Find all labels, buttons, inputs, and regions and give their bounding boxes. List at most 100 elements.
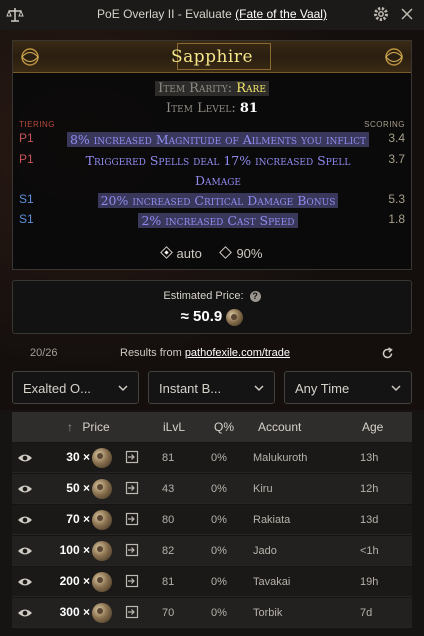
results-bar: 20/26 Results from pathofexile.com/trade [0, 344, 424, 364]
row-quality: 0% [211, 483, 227, 495]
item-properties: Item Rarity: Rare Item Level: 81 [13, 81, 411, 121]
chevron-down-icon [391, 385, 401, 392]
view-listing-eye-icon[interactable] [17, 483, 33, 495]
table-row[interactable]: 300 × 70 0% Torbik 7d [12, 598, 412, 628]
mod-tier: S1 [19, 212, 34, 226]
rarity-label: Item Rarity: [158, 81, 233, 96]
results-table-header: ↑ Price iLvL Q% Account Age [12, 412, 412, 442]
row-account[interactable]: Rakiata [253, 514, 290, 526]
exalted-orb-icon [92, 479, 112, 499]
level-value: 81 [239, 101, 258, 116]
trade-site-link[interactable]: pathofexile.com/trade [185, 347, 290, 359]
row-account[interactable]: Tavakai [253, 576, 290, 588]
mod-row[interactable]: P1 8% increased Magnitude of Ailments yo… [13, 130, 411, 150]
row-quality: 0% [211, 576, 227, 588]
listing-dropdown[interactable]: Instant B... [148, 371, 275, 404]
mod-score: 3.4 [388, 131, 405, 145]
row-age: 7d [360, 607, 373, 619]
item-header: Sapphire [13, 41, 411, 73]
price-column-header[interactable]: ↑ Price [67, 420, 110, 434]
view-listing-eye-icon[interactable] [17, 514, 33, 526]
help-icon[interactable]: ? [249, 291, 261, 302]
row-price: 100 × [59, 543, 90, 557]
mod-tier: P1 [19, 131, 34, 145]
row-account[interactable]: Torbik [253, 607, 282, 619]
level-label: Item Level: [166, 101, 236, 116]
title-bar: PoE Overlay II - Evaluate (Fate of the V… [0, 0, 424, 30]
row-account[interactable]: Malukuroth [253, 452, 307, 464]
exalted-orb-icon [92, 448, 112, 468]
row-price: 300 × [59, 605, 90, 619]
listing-dropdown-value: Instant B... [159, 381, 222, 396]
option-90[interactable]: 90% [219, 246, 263, 261]
account-column-header[interactable]: Account [258, 420, 301, 434]
quality-column-header[interactable]: Q% [214, 420, 234, 434]
league-link[interactable]: (Fate of the Vaal) [235, 7, 327, 21]
item-rarity: Item Rarity: Rare [13, 81, 411, 101]
whisper-transfer-icon[interactable] [125, 481, 139, 495]
results-count: 20/26 [30, 347, 58, 359]
chevron-down-icon [118, 385, 128, 392]
ilvl-column-header[interactable]: iLvL [163, 420, 185, 434]
row-age: 12h [360, 483, 379, 495]
refresh-icon[interactable] [381, 347, 394, 360]
row-price: 30 × [66, 450, 90, 464]
view-listing-eye-icon[interactable] [17, 545, 33, 557]
item-card: Sapphire Item Rarity: Rare Item Level: 8… [12, 40, 412, 270]
row-age: <1h [360, 545, 379, 557]
row-price: 50 × [66, 481, 90, 495]
radio-icon [219, 246, 233, 259]
radio-selected-icon [159, 246, 173, 259]
view-listing-eye-icon[interactable] [17, 576, 33, 588]
option-auto[interactable]: auto [159, 246, 202, 261]
exalted-orb-icon [92, 603, 112, 623]
price-header-label: Price [82, 420, 110, 434]
view-listing-eye-icon[interactable] [17, 607, 33, 619]
view-listing-eye-icon[interactable] [17, 452, 33, 464]
estimate-label-text: Estimated Price: [163, 290, 244, 302]
mod-row[interactable]: P1 Triggered Spells deal 17% increased S… [13, 151, 411, 191]
row-quality: 0% [211, 452, 227, 464]
row-account[interactable]: Jado [253, 545, 277, 557]
sort-up-arrow-icon: ↑ [67, 420, 73, 434]
exalted-orb-icon [92, 510, 112, 530]
table-row[interactable]: 70 × 80 0% Rakiata 13d [12, 505, 412, 535]
item-name: Sapphire [170, 47, 254, 67]
whisper-transfer-icon[interactable] [125, 450, 139, 464]
results-source: Results from pathofexile.com/trade [120, 347, 290, 359]
time-dropdown-value: Any Time [295, 381, 350, 396]
whisper-transfer-icon[interactable] [125, 605, 139, 619]
row-ilvl: 81 [162, 452, 175, 464]
mod-row[interactable]: S1 20% increased Critical Damage Bonus 5… [13, 191, 411, 211]
window-title: PoE Overlay II - Evaluate (Fate of the V… [0, 7, 424, 21]
whisper-transfer-icon[interactable] [125, 574, 139, 588]
option-label: 90% [236, 246, 263, 261]
row-quality: 0% [211, 514, 227, 526]
gear-icon[interactable] [372, 5, 390, 23]
whisper-transfer-icon[interactable] [125, 512, 139, 526]
row-ilvl: 70 [162, 607, 175, 619]
table-row[interactable]: 200 × 81 0% Tavakai 19h [12, 567, 412, 597]
mod-score: 1.8 [388, 212, 405, 226]
results-from-label: Results from [120, 347, 182, 359]
table-row[interactable]: 100 × 82 0% Jado <1h [12, 536, 412, 566]
age-column-header[interactable]: Age [362, 420, 383, 434]
currency-dropdown[interactable]: Exalted O... [12, 371, 139, 404]
mod-text: 2% increased Cast Speed [138, 213, 298, 228]
row-ilvl: 80 [162, 514, 175, 526]
table-row[interactable]: 30 × 81 0% Malukuroth 13h [12, 443, 412, 473]
tiering-header: TIERING [19, 120, 55, 129]
table-row[interactable]: 50 × 43 0% Kiru 12h [12, 474, 412, 504]
row-account[interactable]: Kiru [253, 483, 273, 495]
exalted-orb-icon [92, 541, 112, 561]
whisper-transfer-icon[interactable] [125, 543, 139, 557]
row-age: 13d [360, 514, 379, 526]
row-age: 19h [360, 576, 379, 588]
time-dropdown[interactable]: Any Time [284, 371, 412, 404]
row-quality: 0% [211, 607, 227, 619]
mod-row[interactable]: S1 2% increased Cast Speed 1.8 [13, 211, 411, 231]
close-icon[interactable] [399, 6, 415, 22]
mod-text: Triggered Spells deal 17% increased Spel… [85, 153, 351, 168]
estimated-price-value: ≈ 50.9 [13, 308, 411, 326]
row-quality: 0% [211, 545, 227, 557]
